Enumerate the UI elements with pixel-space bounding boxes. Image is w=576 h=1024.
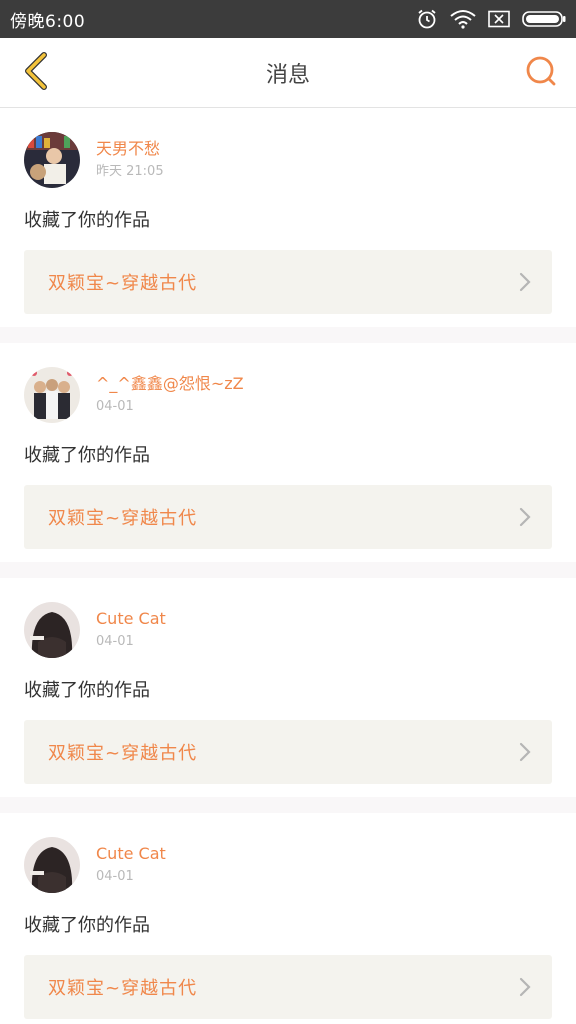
- message-header: 天男不愁 昨天 21:05: [24, 132, 552, 188]
- divider: [0, 797, 576, 813]
- message-list: 天男不愁 昨天 21:05 收藏了你的作品 双颖宝~穿越古代 ^_^鑫鑫@怨恨~…: [0, 108, 576, 1024]
- sender-name[interactable]: ^_^鑫鑫@怨恨~zZ: [96, 373, 244, 395]
- avatar[interactable]: [24, 367, 80, 423]
- search-icon: [524, 54, 558, 92]
- chevron-right-icon: [518, 271, 532, 293]
- work-title: 双颖宝~穿越古代: [48, 743, 198, 764]
- message-time: 04-01: [96, 634, 134, 649]
- work-title: 双颖宝~穿越古代: [48, 978, 198, 999]
- message-meta: 天男不愁 昨天 21:05: [96, 138, 164, 182]
- message-meta: Cute Cat 04-01: [96, 608, 166, 652]
- work-link[interactable]: 双颖宝~穿越古代: [24, 955, 552, 1019]
- message-action: 收藏了你的作品: [24, 210, 150, 231]
- divider: [0, 562, 576, 578]
- nav-bar: 消息: [0, 38, 576, 108]
- battery-icon: [522, 10, 566, 28]
- page-title: 消息: [265, 62, 310, 88]
- message-item: Cute Cat 04-01 收藏了你的作品 双颖宝~穿越古代: [0, 578, 576, 797]
- message-item: Cute Cat 04-01 收藏了你的作品 双颖宝~穿越古代: [0, 813, 576, 1024]
- back-button[interactable]: [0, 38, 70, 108]
- avatar[interactable]: [24, 132, 80, 188]
- chevron-right-icon: [518, 741, 532, 763]
- message-action: 收藏了你的作品: [24, 915, 150, 936]
- no-sim-icon: [488, 10, 510, 28]
- message-time: 昨天 21:05: [96, 164, 164, 179]
- sender-name[interactable]: Cute Cat: [96, 608, 166, 630]
- status-time: 傍晚6:00: [10, 11, 86, 32]
- message-action: 收藏了你的作品: [24, 680, 150, 701]
- message-meta: ^_^鑫鑫@怨恨~zZ 04-01: [96, 373, 244, 417]
- chevron-right-icon: [518, 506, 532, 528]
- divider: [0, 327, 576, 343]
- sender-name[interactable]: 天男不愁: [96, 138, 164, 160]
- work-title: 双颖宝~穿越古代: [48, 508, 198, 529]
- avatar[interactable]: [24, 602, 80, 658]
- message-header: Cute Cat 04-01: [24, 837, 552, 893]
- work-link[interactable]: 双颖宝~穿越古代: [24, 720, 552, 784]
- chevron-right-icon: [518, 976, 532, 998]
- message-meta: Cute Cat 04-01: [96, 843, 166, 887]
- message-header: Cute Cat 04-01: [24, 602, 552, 658]
- message-item: ^_^鑫鑫@怨恨~zZ 04-01 收藏了你的作品 双颖宝~穿越古代: [0, 343, 576, 562]
- status-icons: [416, 8, 566, 30]
- chevron-left-icon: [20, 51, 50, 95]
- sender-name[interactable]: Cute Cat: [96, 843, 166, 865]
- work-link[interactable]: 双颖宝~穿越古代: [24, 250, 552, 314]
- work-title: 双颖宝~穿越古代: [48, 273, 198, 294]
- avatar[interactable]: [24, 837, 80, 893]
- wifi-icon: [450, 9, 476, 29]
- status-bar: 傍晚6:00: [0, 0, 576, 38]
- message-time: 04-01: [96, 399, 134, 414]
- work-link[interactable]: 双颖宝~穿越古代: [24, 485, 552, 549]
- alarm-icon: [416, 8, 438, 30]
- message-time: 04-01: [96, 869, 134, 884]
- message-action: 收藏了你的作品: [24, 445, 150, 466]
- message-item: 天男不愁 昨天 21:05 收藏了你的作品 双颖宝~穿越古代: [0, 108, 576, 327]
- message-header: ^_^鑫鑫@怨恨~zZ 04-01: [24, 367, 552, 423]
- search-button[interactable]: [506, 38, 576, 108]
